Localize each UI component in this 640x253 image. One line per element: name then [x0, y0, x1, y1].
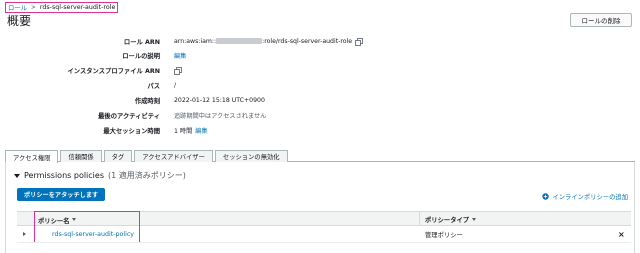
summary-row-last-activity: 最後のアクティビティ 追跡期間中はアクセスされません: [0, 111, 640, 120]
last-activity-label: 最後のアクティビティ: [98, 113, 160, 120]
breadcrumb-roles-link[interactable]: ロール: [8, 3, 27, 12]
summary-row-path: パス /: [0, 81, 640, 90]
created-value: 2022-01-12 15:18 UTC+0900: [174, 97, 265, 104]
role-arn-label: ロール ARN: [123, 39, 160, 46]
instance-profile-label: インスタンスプロファイル ARN: [67, 68, 161, 75]
page-title: 概要: [7, 14, 32, 28]
path-value: /: [174, 82, 177, 89]
path-label: パス: [147, 83, 160, 90]
copy-icon[interactable]: [174, 66, 182, 75]
column-header-policy-name-label: ポリシー名: [38, 218, 70, 225]
max-session-label: 最大セッション時間: [103, 128, 160, 135]
max-session-value: 1 時間: [174, 128, 193, 135]
delete-role-button[interactable]: ロールの削除: [570, 13, 632, 27]
summary-row-instance-profile: インスタンスプロファイル ARN: [0, 66, 640, 75]
summary-row-arn: ロール ARN arn:aws:iam:::role/rds-sql-serve…: [0, 37, 640, 46]
redacted-account-id: [216, 38, 263, 44]
role-arn-suffix: :role/rds-sql-server-audit-role: [262, 38, 353, 45]
column-header-policy-type[interactable]: ポリシータイプ: [425, 212, 477, 226]
tab-trust-relationships[interactable]: 信頼関係: [60, 150, 102, 162]
sort-caret-icon: [72, 218, 77, 221]
policy-type-value: 管理ポリシー: [425, 231, 463, 239]
breadcrumb-separator: >: [30, 4, 36, 11]
permissions-policies-header[interactable]: Permissions policies (1 適用済みポリシー): [14, 170, 186, 181]
summary-row-description: ロールの説明 編集: [0, 51, 640, 60]
collapse-caret-icon[interactable]: [14, 173, 20, 178]
add-inline-policy-link[interactable]: インラインポリシーの追加: [542, 192, 628, 201]
sort-caret-icon: [472, 217, 477, 221]
plus-circle-icon: [542, 193, 550, 200]
role-tabs: アクセス権限 信頼関係 タグ アクセスアドバイザー セッションの無効化: [5, 150, 635, 163]
summary-row-created: 作成時刻 2022-01-12 15:18 UTC+0900: [0, 96, 640, 105]
breadcrumb-current: rds-sql-server-audit-role: [39, 4, 116, 11]
tab-access-advisor[interactable]: アクセスアドバイザー: [134, 150, 213, 162]
column-divider: [419, 212, 420, 226]
edit-description-link[interactable]: 編集: [174, 51, 186, 60]
column-header-policy-type-label: ポリシータイプ: [425, 216, 470, 224]
role-description-label: ロールの説明: [122, 53, 160, 60]
detach-policy-icon[interactable]: ×: [618, 226, 625, 242]
edit-max-session-link[interactable]: 編集: [195, 126, 207, 135]
policy-name-link[interactable]: rds-sql-server-audit-policy: [52, 226, 134, 242]
permissions-policies-title: Permissions policies: [24, 171, 104, 180]
permissions-panel: Permissions policies (1 適用済みポリシー) ポリシーをア…: [5, 162, 635, 253]
last-activity-value: 追跡期間中はアクセスされません: [174, 113, 267, 120]
attach-policies-button[interactable]: ポリシーをアタッチします: [17, 188, 106, 201]
role-arn-value: arn:aws:iam:::role/rds-sql-server-audit-…: [174, 37, 363, 46]
table-header: ポリシー名 ポリシータイプ: [17, 211, 631, 243]
created-label: 作成時刻: [134, 98, 160, 105]
role-arn-prefix: arn:aws:iam::: [174, 38, 217, 45]
table-row: rds-sql-server-audit-policy 管理ポリシー ×: [17, 226, 631, 243]
copy-icon[interactable]: [355, 37, 363, 46]
summary-row-max-session: 最大セッション時間 1 時間 編集: [0, 126, 640, 135]
add-inline-policy-label: インラインポリシーの追加: [552, 194, 628, 201]
expand-row-icon[interactable]: [23, 226, 26, 242]
breadcrumb: ロール > rds-sql-server-audit-role: [4, 2, 119, 13]
policies-count: (1 適用済みポリシー): [108, 171, 186, 180]
tab-tags[interactable]: タグ: [103, 150, 133, 162]
tab-revoke-sessions[interactable]: セッションの無効化: [214, 150, 288, 162]
